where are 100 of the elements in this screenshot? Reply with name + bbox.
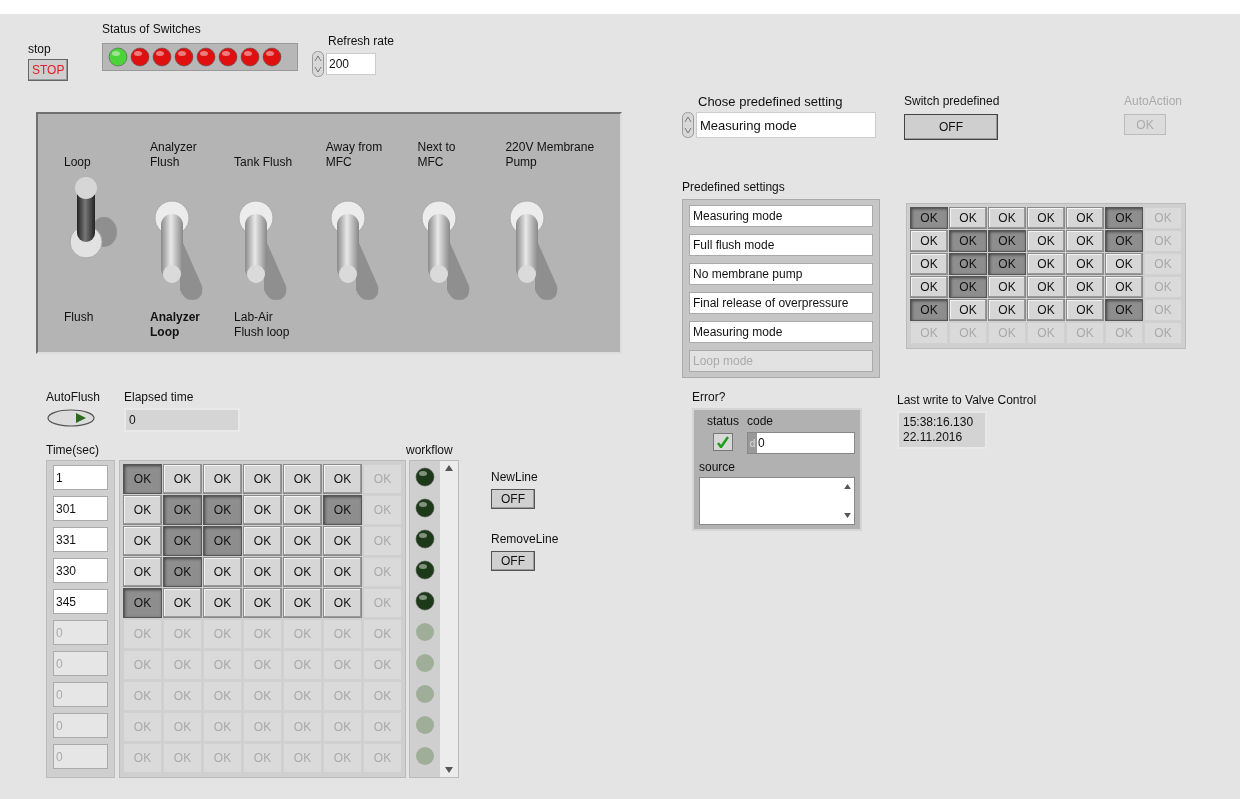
new-line-button[interactable]: OFF [491, 489, 535, 509]
ok-toggle-button[interactable]: OK [949, 276, 987, 298]
ok-toggle-button[interactable]: OK [163, 557, 202, 587]
ok-toggle-button[interactable]: OK [1027, 253, 1065, 275]
ok-toggle-button[interactable]: OK [1027, 230, 1065, 252]
ok-toggle-button[interactable]: OK [323, 495, 362, 525]
chose-setting-label: Chose predefined setting [698, 94, 844, 109]
status-label: Status of Switches [102, 22, 202, 37]
ok-toggle-button[interactable]: OK [910, 299, 948, 321]
ok-toggle-button[interactable]: OK [988, 230, 1026, 252]
status-label: status [707, 414, 739, 429]
remove-line-label: RemoveLine [491, 532, 559, 547]
ok-toggle-button[interactable]: OK [949, 253, 987, 275]
ok-toggle-button[interactable]: OK [1105, 253, 1143, 275]
ok-toggle-button[interactable]: OK [910, 276, 948, 298]
source-label: source [699, 460, 737, 475]
ok-toggle-button[interactable]: OK [988, 299, 1026, 321]
ok-toggle-button[interactable]: OK [988, 253, 1026, 275]
ok-toggle-button[interactable]: OK [1066, 276, 1104, 298]
switch-predefined-button[interactable]: OFF [904, 114, 998, 140]
ok-toggle-button[interactable]: OK [910, 230, 948, 252]
switch-label: Away from MFC [325, 140, 384, 170]
ok-toggle-button[interactable]: OK [283, 495, 322, 525]
ok-toggle-button[interactable]: OK [1105, 230, 1143, 252]
ok-toggle-button[interactable]: OK [323, 464, 362, 494]
ok-toggle-button[interactable]: OK [203, 557, 242, 587]
setting-field[interactable]: Measuring mode [696, 112, 876, 138]
ok-toggle-button[interactable]: OK [243, 526, 282, 556]
ok-toggle-button[interactable]: OK [203, 526, 242, 556]
switch-label: Next to MFC [417, 140, 457, 170]
ok-toggle-button[interactable]: OK [123, 495, 162, 525]
ok-toggle-button[interactable]: OK [203, 495, 242, 525]
scroll-up-icon[interactable] [445, 465, 453, 471]
ok-toggle-button[interactable]: OK [988, 207, 1026, 229]
ok-toggle-button[interactable]: OK [910, 207, 948, 229]
ok-toggle-button[interactable]: OK [123, 464, 162, 494]
ok-toggle-button[interactable]: OK [988, 276, 1026, 298]
ok-toggle-button[interactable]: OK [1027, 276, 1065, 298]
ok-toggle-button[interactable]: OK [203, 588, 242, 618]
ok-toggle-button[interactable]: OK [1066, 253, 1104, 275]
switch-label: Tank Flush [234, 155, 294, 170]
ok-toggle-button[interactable]: OK [1105, 299, 1143, 321]
switch-label: Lab-Air Flush loop [234, 310, 291, 340]
ok-toggle-button[interactable]: OK [323, 557, 362, 587]
ok-toggle-button[interactable]: OK [949, 230, 987, 252]
ok-toggle-button[interactable]: OK [163, 588, 202, 618]
ok-toggle-button[interactable]: OK [283, 464, 322, 494]
ok-toggle-button[interactable]: OK [163, 526, 202, 556]
setting-name-field[interactable]: Measuring mode [689, 321, 873, 343]
ok-toggle-button[interactable]: OK [1027, 207, 1065, 229]
ok-toggle-button[interactable]: OK [283, 526, 322, 556]
scroll-down-icon[interactable] [445, 767, 453, 773]
increment-decrement-icon[interactable] [682, 112, 694, 138]
source-field[interactable] [699, 477, 855, 525]
ok-toggle-button[interactable]: OK [283, 557, 322, 587]
ok-toggle-button[interactable]: OK [1105, 207, 1143, 229]
ok-toggle-button[interactable]: OK [283, 588, 322, 618]
setting-name-field[interactable]: Measuring mode [689, 205, 873, 227]
ok-toggle-button[interactable]: OK [1105, 276, 1143, 298]
timestamp-text: 22.11.2016 [903, 430, 964, 445]
scroll-down-icon[interactable] [843, 513, 851, 518]
ok-toggle-button[interactable]: OK [163, 495, 202, 525]
setting-name-field[interactable]: Full flush mode [689, 234, 873, 256]
ok-toggle-button[interactable]: OK [1027, 299, 1065, 321]
time-field[interactable]: 345 [53, 589, 108, 614]
predefined-settings-label: Predefined settings [682, 180, 786, 195]
ok-toggle-button[interactable]: OK [123, 588, 162, 618]
ok-toggle-button[interactable]: OK [243, 557, 282, 587]
setting-name-field[interactable]: No membrane pump [689, 263, 873, 285]
ok-toggle-button[interactable]: OK [949, 207, 987, 229]
refresh-rate-field[interactable]: 200 [326, 53, 376, 75]
ok-toggle-button[interactable]: OK [1066, 207, 1104, 229]
auto-action-label: AutoAction [1124, 94, 1183, 109]
elapsed-time-field: 0 [124, 408, 240, 432]
ok-toggle-button[interactable]: OK [203, 464, 242, 494]
time-label: Time(sec) [46, 443, 100, 458]
time-field[interactable]: 1 [53, 465, 108, 490]
ok-toggle-button[interactable]: OK [323, 526, 362, 556]
time-field[interactable]: 330 [53, 558, 108, 583]
ok-toggle-button[interactable]: OK [123, 526, 162, 556]
elapsed-time-label: Elapsed time [124, 390, 195, 405]
ok-toggle-button[interactable]: OK [243, 464, 282, 494]
time-field[interactable]: 331 [53, 527, 108, 552]
remove-line-button[interactable]: OFF [491, 551, 535, 571]
stop-button[interactable]: STOP [28, 59, 69, 81]
ok-toggle-button[interactable]: OK [163, 464, 202, 494]
setting-name-field[interactable]: Final release of overpressure [689, 292, 873, 314]
ok-toggle-button[interactable]: OK [243, 588, 282, 618]
ok-toggle-button[interactable]: OK [1066, 299, 1104, 321]
scrollbar[interactable] [440, 461, 458, 777]
autoflush-button[interactable] [46, 408, 96, 428]
ok-toggle-button[interactable]: OK [1066, 230, 1104, 252]
ok-toggle-button[interactable]: OK [243, 495, 282, 525]
ok-toggle-button[interactable]: OK [949, 299, 987, 321]
time-field[interactable]: 301 [53, 496, 108, 521]
ok-toggle-button[interactable]: OK [123, 557, 162, 587]
increment-decrement-icon[interactable] [312, 51, 324, 77]
ok-toggle-button[interactable]: OK [323, 588, 362, 618]
ok-toggle-button[interactable]: OK [910, 253, 948, 275]
scroll-up-icon[interactable] [843, 484, 851, 489]
